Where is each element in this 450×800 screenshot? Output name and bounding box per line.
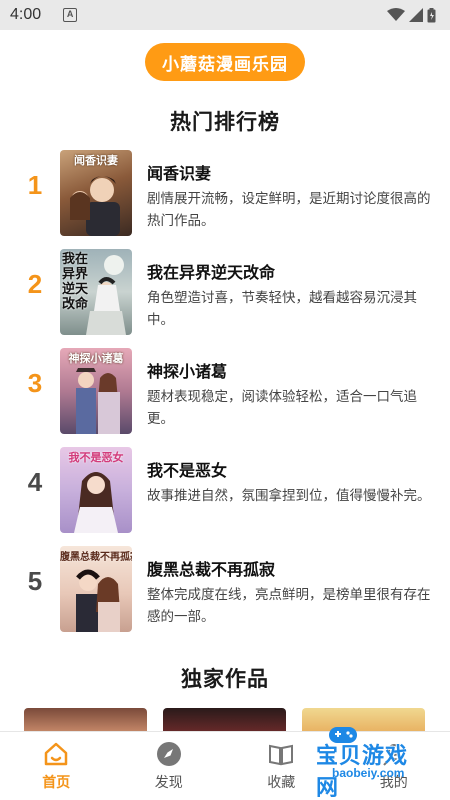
book-description: 题材表现稳定，阅读体验轻松，适合一口气追更。 (147, 389, 417, 426)
nav-label: 收藏 (267, 774, 296, 790)
book-title[interactable]: 我不是恶女 (147, 457, 227, 481)
battery-icon (427, 7, 436, 22)
book-icon (269, 744, 294, 766)
nav-discover[interactable]: 发现 (113, 732, 226, 800)
status-time: 4:00 (10, 6, 42, 23)
rank-number: 4 (27, 467, 43, 497)
ranking-item-5[interactable]: 5 腹黑总裁不再孤寂 腹黑总裁不再孤寂 整体完成度在线，亮点鲜明，是榜单里很有存… (0, 546, 450, 636)
watermark-url: baobeiy.com (332, 766, 405, 780)
book-title[interactable]: 闻香识妻 (147, 160, 211, 184)
nav-home[interactable]: 首页 (0, 732, 113, 800)
home-icon (45, 742, 68, 766)
book-title[interactable]: 神探小诸葛 (147, 358, 227, 382)
nav-label: 首页 (42, 774, 71, 790)
book-cover[interactable]: 我在异界逆天改命 (60, 249, 132, 335)
book-description: 故事推进自然，氛围拿捏到位，值得慢慢补完。 (147, 488, 431, 503)
book-cover[interactable]: 神探小诸葛 (60, 348, 132, 434)
site-watermark: 宝贝游戏网 baobeiy.com (298, 727, 428, 800)
a-notification-icon: A (63, 8, 78, 22)
rank-number: 2 (27, 269, 43, 299)
app-brand-pill[interactable]: 小蘑菇漫画乐园 (145, 43, 305, 81)
exclusive-cover[interactable] (163, 708, 286, 733)
status-bar: 4:00 A (0, 0, 450, 30)
book-title[interactable]: 我在异界逆天改命 (147, 259, 275, 283)
wifi-icon (387, 8, 405, 21)
signal-icon (409, 8, 423, 22)
rank-number: 3 (27, 368, 43, 398)
book-cover[interactable]: 腹黑总裁不再孤寂 (60, 546, 132, 632)
rank-number: 1 (27, 170, 43, 200)
exclusive-cover[interactable] (24, 708, 147, 733)
book-cover[interactable]: 闻香识妻 (60, 150, 132, 236)
book-description: 整体完成度在线，亮点鲜明，是榜单里很有存在感的一部。 (147, 587, 431, 624)
rank-number: 5 (27, 566, 43, 596)
nav-label: 发现 (154, 774, 183, 790)
ranking-item-1[interactable]: 1 闻香识妻 闻香识妻 剧情展开流畅，设定鲜明，是近期讨论度很高的热门作品。 (0, 150, 450, 240)
book-description: 剧情展开流畅，设定鲜明，是近期讨论度很高的热门作品。 (147, 191, 431, 228)
exclusive-cover[interactable] (302, 708, 425, 733)
exclusive-section-title: 独家作品 (181, 668, 269, 691)
ranking-item-2[interactable]: 2 我在异界逆天改命 我在异界逆天改命 角色塑造讨喜，节奏轻快，越看越容易沉浸其… (0, 249, 450, 339)
ranking-item-3[interactable]: 3 神探小诸葛 神探小诸葛 题材表现稳定，阅读体验轻松，适合一口气追更。 (0, 348, 450, 438)
ranking-section-title: 热门排行榜 (170, 111, 280, 134)
book-description: 角色塑造讨喜，节奏轻快，越看越容易沉浸其中。 (147, 290, 417, 327)
ranking-item-4[interactable]: 4 我不是恶女 我不是恶女 故事推进自然，氛围拿捏到位，值得慢慢补完。 (0, 447, 450, 537)
book-title[interactable]: 腹黑总裁不再孤寂 (147, 556, 275, 580)
book-cover[interactable]: 我不是恶女 (60, 447, 132, 533)
compass-icon (156, 742, 181, 766)
